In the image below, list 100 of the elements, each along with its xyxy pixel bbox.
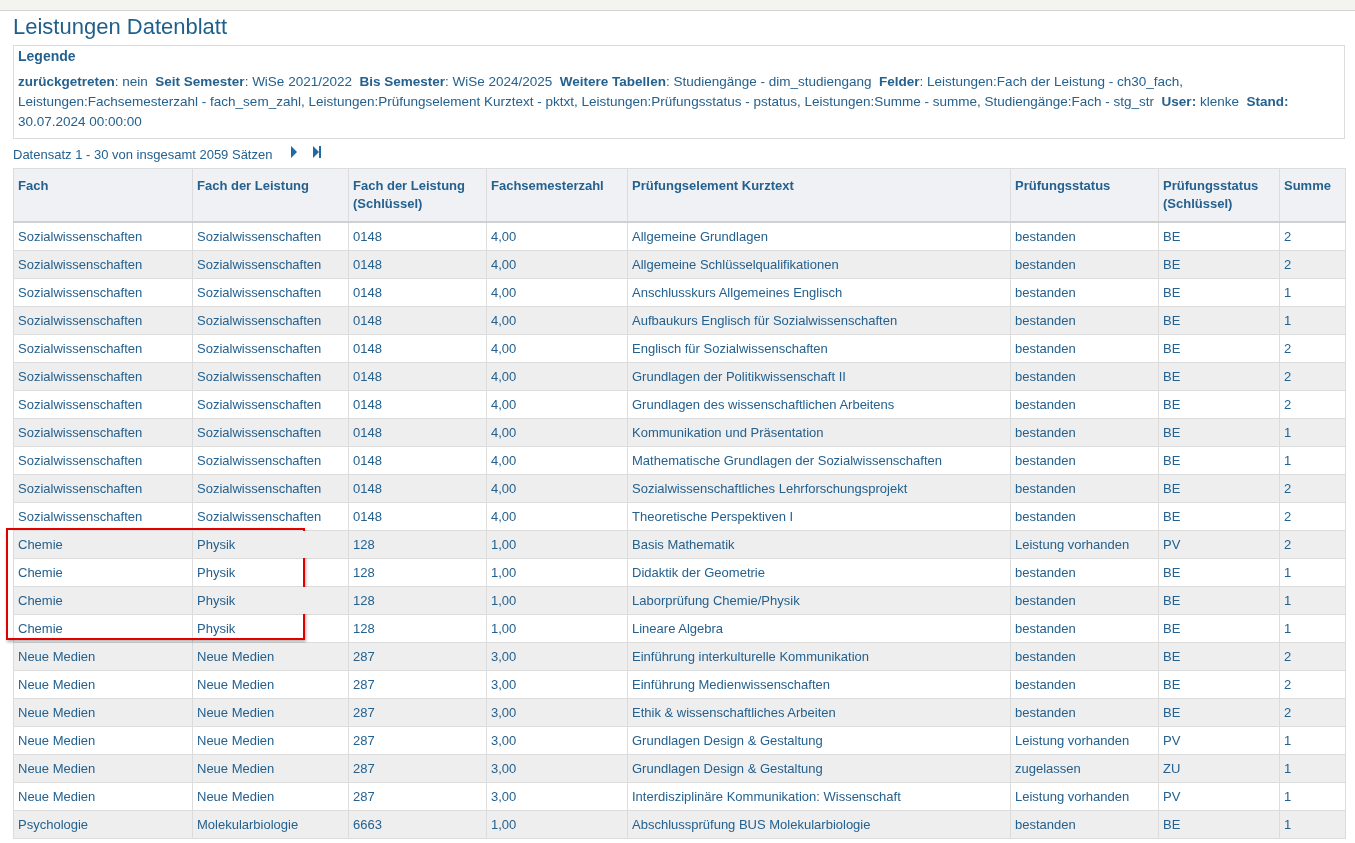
table-cell: 1 — [1279, 614, 1346, 643]
table-cell: 1,00 — [486, 530, 628, 559]
table-cell: 4,00 — [486, 474, 628, 503]
table-cell: 2 — [1279, 362, 1346, 391]
table-cell: Leistung vorhanden — [1010, 726, 1159, 755]
table-cell: BE — [1158, 362, 1280, 391]
column-header[interactable]: Prüfungsstatus — [1010, 168, 1159, 222]
table-cell: Sozialwissenschaften — [13, 446, 193, 475]
table-cell: 2 — [1279, 502, 1346, 531]
table-cell: 3,00 — [486, 698, 628, 727]
table-cell: BE — [1158, 502, 1280, 531]
next-page-icon[interactable] — [290, 145, 299, 158]
table-cell: Didaktik der Geometrie — [627, 558, 1011, 587]
column-header[interactable]: Summe — [1279, 168, 1346, 222]
table-cell: zugelassen — [1010, 754, 1159, 783]
table-cell: Chemie — [13, 586, 193, 615]
table-cell: Kommunikation und Präsentation — [627, 418, 1011, 447]
table-cell: Anschlusskurs Allgemeines Englisch — [627, 278, 1011, 307]
table-cell: Sozialwissenschaften — [13, 390, 193, 419]
table-cell: 3,00 — [486, 642, 628, 671]
table-cell: BE — [1158, 474, 1280, 503]
table-cell: Einführung Medienwissenschaften — [627, 670, 1011, 699]
last-page-icon[interactable] — [312, 145, 323, 158]
table-cell: bestanden — [1010, 670, 1159, 699]
column-header[interactable]: Prüfungsstatus (Schlüssel) — [1158, 168, 1280, 222]
table-cell: bestanden — [1010, 418, 1159, 447]
table-cell: 4,00 — [486, 222, 628, 251]
table-cell: 1 — [1279, 810, 1346, 839]
table-cell: 0148 — [348, 446, 487, 475]
table-cell: bestanden — [1010, 278, 1159, 307]
table-cell: BE — [1158, 586, 1280, 615]
table-cell: Sozialwissenschaften — [13, 502, 193, 531]
table-cell: Sozialwissenschaften — [192, 278, 349, 307]
table-cell: bestanden — [1010, 390, 1159, 419]
table-cell: bestanden — [1010, 474, 1159, 503]
table-cell: 1 — [1279, 754, 1346, 783]
table-cell: 0148 — [348, 502, 487, 531]
table-cell: 6663 — [348, 810, 487, 839]
table-cell: 1 — [1279, 306, 1346, 335]
table-cell: Sozialwissenschaften — [192, 474, 349, 503]
table-cell: 128 — [348, 586, 487, 615]
table-cell: Neue Medien — [13, 642, 193, 671]
table-cell: Sozialwissenschaften — [13, 474, 193, 503]
table-cell: BE — [1158, 250, 1280, 279]
table-cell: 1 — [1279, 782, 1346, 811]
legend-text: zurückgetreten: nein Seit Semester: WiSe 2021/2022 Bis Semester: WiSe 2024/2025 Weitere Tabellen: Studiengänge - dim_studiengang Felder: Leistungen:Fach der Leistung - ch30_fach, Leistungen:Fachsemesterzahl - fach_sem_zahl, Leistungen:Prüfungselement Kurztext - pktxt, Leistungen:Prüfungsstatus - pstatus, Leistungen:Summe - summe, Studiengänge:Fach - stg_str User: klenke Stand: 30.07.2024 00:00:00 — [18, 73, 1290, 131]
column-header[interactable]: Fachsemesterzahl — [486, 168, 628, 222]
table-cell: 287 — [348, 698, 487, 727]
table-cell: bestanden — [1010, 250, 1159, 279]
table-cell: 0148 — [348, 278, 487, 307]
record-count: Datensatz 1 - 30 von insgesamt 2059 Sätzen — [13, 147, 273, 162]
table-cell: 287 — [348, 782, 487, 811]
table-cell: Neue Medien — [192, 698, 349, 727]
table-cell: 2 — [1279, 250, 1346, 279]
table-cell: Grundlagen Design & Gestaltung — [627, 754, 1011, 783]
table-cell: BE — [1158, 614, 1280, 643]
table-cell: Neue Medien — [13, 698, 193, 727]
column-header[interactable]: Fach — [13, 168, 193, 222]
table-cell: BE — [1158, 446, 1280, 475]
table-cell: bestanden — [1010, 642, 1159, 671]
table-cell: 128 — [348, 558, 487, 587]
table-cell: 2 — [1279, 670, 1346, 699]
table-cell: Physik — [192, 614, 349, 643]
table-cell: Molekularbiologie — [192, 810, 349, 839]
table-cell: Sozialwissenschaften — [13, 306, 193, 335]
column-header[interactable]: Fach der Leistung — [192, 168, 349, 222]
table-cell: 4,00 — [486, 446, 628, 475]
table-cell: bestanden — [1010, 586, 1159, 615]
table-cell: Abschlussprüfung BUS Molekularbiologie — [627, 810, 1011, 839]
table-cell: BE — [1158, 306, 1280, 335]
table-cell: Sozialwissenschaften — [13, 334, 193, 363]
column-header[interactable]: Fach der Leistung (Schlüssel) — [348, 168, 487, 222]
table-cell: PV — [1158, 726, 1280, 755]
page-title: Leistungen Datenblatt — [13, 14, 229, 40]
table-cell: 4,00 — [486, 418, 628, 447]
table-cell: 1,00 — [486, 810, 628, 839]
table-cell: 4,00 — [486, 362, 628, 391]
table-cell: BE — [1158, 558, 1280, 587]
table-cell: Sozialwissenschaften — [192, 446, 349, 475]
table-cell: Sozialwissenschaften — [13, 250, 193, 279]
table-cell: bestanden — [1010, 502, 1159, 531]
table-cell: Leistung vorhanden — [1010, 782, 1159, 811]
table-cell: Theoretische Perspektiven I — [627, 502, 1011, 531]
table-cell: BE — [1158, 418, 1280, 447]
table-cell: Laborprüfung Chemie/Physik — [627, 586, 1011, 615]
table-cell: Allgemeine Grundlagen — [627, 222, 1011, 251]
table-cell: 3,00 — [486, 782, 628, 811]
table-cell: 4,00 — [486, 306, 628, 335]
table-cell: BE — [1158, 810, 1280, 839]
table-cell: Neue Medien — [13, 726, 193, 755]
table-cell: bestanden — [1010, 334, 1159, 363]
table-cell: 1 — [1279, 726, 1346, 755]
table-cell: Sozialwissenschaften — [192, 222, 349, 251]
table-cell: bestanden — [1010, 810, 1159, 839]
table-cell: bestanden — [1010, 446, 1159, 475]
table-cell: 2 — [1279, 642, 1346, 671]
table-cell: Sozialwissenschaften — [13, 362, 193, 391]
column-header[interactable]: Prüfungselement Kurztext — [627, 168, 1011, 222]
table-cell: Physik — [192, 586, 349, 615]
table-cell: Sozialwissenschaften — [13, 418, 193, 447]
